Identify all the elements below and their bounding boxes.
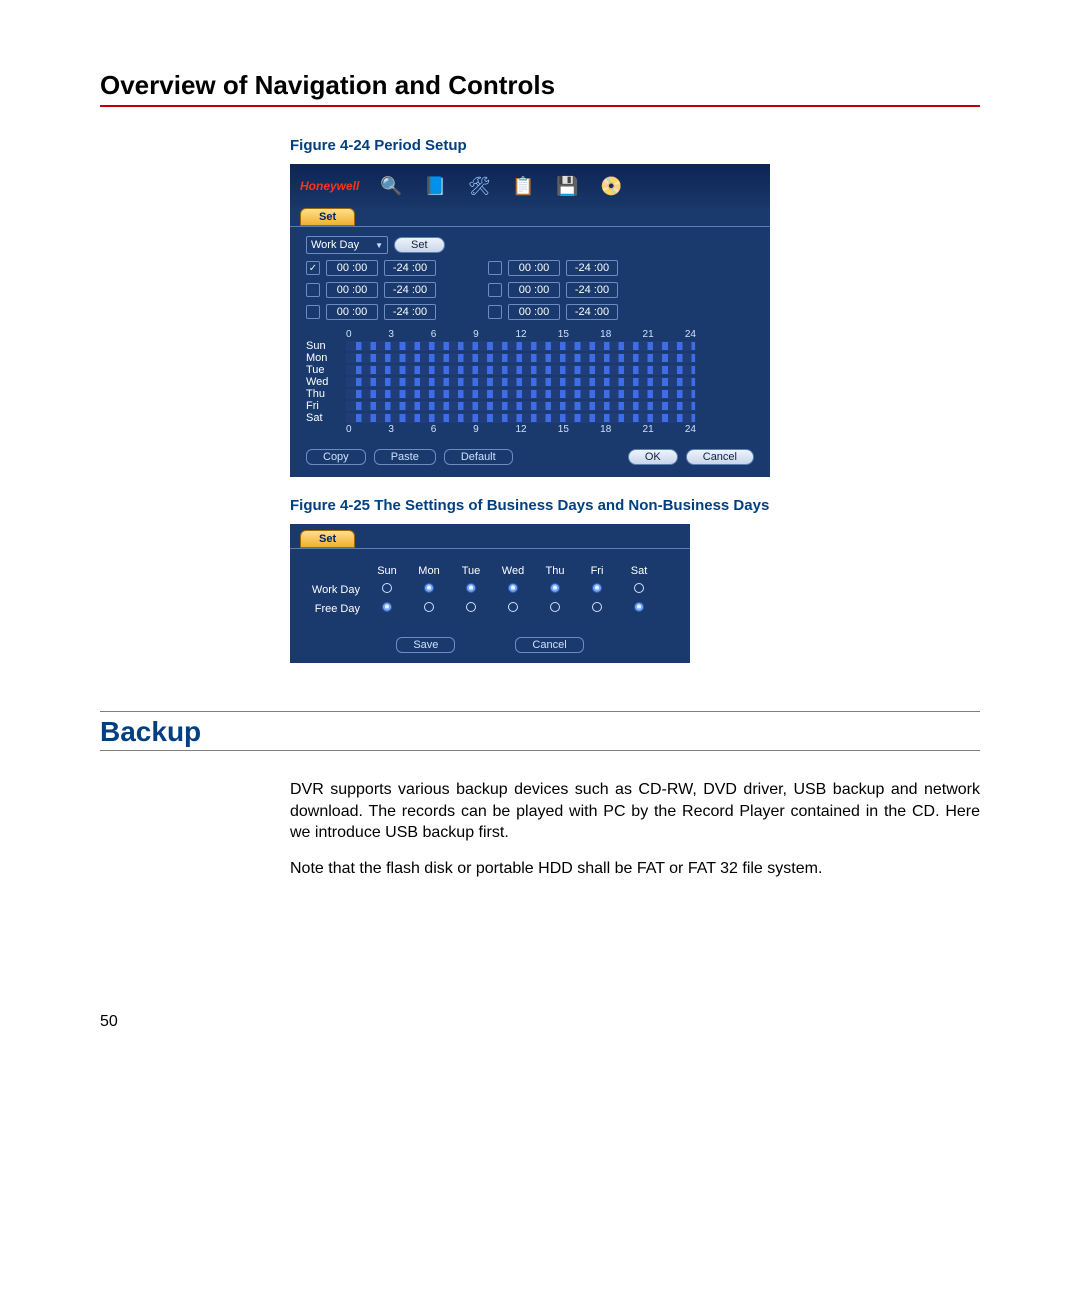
radio-button[interactable] (382, 602, 392, 612)
default-button[interactable]: Default (444, 449, 513, 465)
radio-button[interactable] (592, 602, 602, 612)
day-label: Wed (306, 376, 346, 388)
radio-button[interactable] (592, 583, 602, 593)
day-header: Sun (366, 565, 408, 577)
schedule-ticks-bottom: 036 91215 182124 (346, 424, 696, 435)
period-start[interactable]: 00 :00 (508, 260, 560, 276)
day-header: Tue (450, 565, 492, 577)
row-label: Work Day (302, 584, 366, 596)
radio-button[interactable] (634, 602, 644, 612)
schedule-ticks-top: 036 91215 182124 (346, 329, 696, 340)
period-checkbox[interactable] (488, 261, 502, 275)
day-label: Thu (306, 388, 346, 400)
body-paragraph: DVR supports various backup devices such… (290, 779, 980, 844)
period-checkbox[interactable] (306, 283, 320, 297)
radio-button[interactable] (634, 583, 644, 593)
schedule-bar[interactable] (346, 377, 696, 387)
period-row: 00 :00 -24 :00 00 :00 -24 :00 (290, 279, 770, 301)
schedule-bar[interactable] (346, 341, 696, 351)
radio-button[interactable] (508, 583, 518, 593)
disk-icon[interactable]: 💾 (555, 174, 579, 198)
day-header: Sat (618, 565, 660, 577)
day-header: Mon (408, 565, 450, 577)
day-header: Fri (576, 565, 618, 577)
period-setup-window: Honeywell 🔍 📘 🛠 📋 💾 📀 Set Work Day ▼ Set… (290, 164, 770, 477)
day-type-combo[interactable]: Work Day ▼ (306, 236, 388, 254)
figure-4-25-caption: Figure 4-25 The Settings of Business Day… (290, 497, 980, 514)
period-checkbox[interactable]: ✓ (306, 261, 320, 275)
set-button[interactable]: Set (394, 237, 445, 253)
schedule-bar[interactable] (346, 353, 696, 363)
period-start[interactable]: 00 :00 (326, 260, 378, 276)
period-checkbox[interactable] (488, 305, 502, 319)
period-start[interactable]: 00 :00 (508, 282, 560, 298)
period-end[interactable]: -24 :00 (384, 282, 436, 298)
schedule-bar[interactable] (346, 389, 696, 399)
section-heading-backup: Backup (100, 716, 980, 751)
period-row: 00 :00 -24 :00 00 :00 -24 :00 (290, 301, 770, 323)
day-header: Wed (492, 565, 534, 577)
exit-icon[interactable]: 📀 (599, 174, 623, 198)
divider (100, 711, 980, 712)
tab-set[interactable]: Set (300, 530, 355, 548)
radio-button[interactable] (550, 602, 560, 612)
period-start[interactable]: 00 :00 (508, 304, 560, 320)
ok-button[interactable]: OK (628, 449, 678, 465)
tools-icon[interactable]: 🛠 (467, 174, 491, 198)
header-row: Sun Mon Tue Wed Thu Fri Sat (302, 565, 678, 577)
business-days-window: Set Sun Mon Tue Wed Thu Fri Sat Work Day (290, 524, 690, 663)
period-end[interactable]: -24 :00 (384, 304, 436, 320)
radio-button[interactable] (424, 602, 434, 612)
schedule-bar[interactable] (346, 365, 696, 375)
row-label: Free Day (302, 603, 366, 615)
brand-logo: Honeywell (300, 179, 359, 193)
day-label: Tue (306, 364, 346, 376)
radio-button[interactable] (382, 583, 392, 593)
notes-icon[interactable]: 📘 (423, 174, 447, 198)
day-type-value: Work Day (311, 239, 359, 251)
radio-button[interactable] (424, 583, 434, 593)
period-checkbox[interactable] (488, 283, 502, 297)
freeday-row: Free Day (302, 602, 678, 615)
search-icon[interactable]: 🔍 (379, 174, 403, 198)
radio-button[interactable] (466, 602, 476, 612)
page-title: Overview of Navigation and Controls (100, 70, 980, 107)
figure-4-24-caption: Figure 4-24 Period Setup (290, 137, 980, 154)
schedule-bar[interactable] (346, 413, 696, 423)
radio-button[interactable] (550, 583, 560, 593)
period-end[interactable]: -24 :00 (566, 282, 618, 298)
day-label: Fri (306, 400, 346, 412)
period-checkbox[interactable] (306, 305, 320, 319)
day-header: Thu (534, 565, 576, 577)
period-end[interactable]: -24 :00 (566, 260, 618, 276)
day-label: Sun (306, 340, 346, 352)
radio-button[interactable] (466, 583, 476, 593)
period-start[interactable]: 00 :00 (326, 304, 378, 320)
schedule-bar[interactable] (346, 401, 696, 411)
period-end[interactable]: -24 :00 (384, 260, 436, 276)
period-end[interactable]: -24 :00 (566, 304, 618, 320)
period-row: ✓ 00 :00 -24 :00 00 :00 -24 :00 (290, 257, 770, 279)
page-number: 50 (100, 1013, 118, 1031)
schedule-grid: 036 91215 182124 Sun Mon Tue Wed Thu Fri… (290, 323, 770, 437)
cancel-button[interactable]: Cancel (515, 637, 583, 653)
chevron-down-icon: ▼ (375, 241, 383, 250)
tab-set[interactable]: Set (300, 208, 355, 226)
cancel-button[interactable]: Cancel (686, 449, 754, 465)
period-start[interactable]: 00 :00 (326, 282, 378, 298)
body-paragraph: Note that the flash disk or portable HDD… (290, 858, 980, 880)
app-toolbar: Honeywell 🔍 📘 🛠 📋 💾 📀 (290, 164, 770, 208)
day-label: Sat (306, 412, 346, 424)
radio-button[interactable] (508, 602, 518, 612)
day-label: Mon (306, 352, 346, 364)
paste-button[interactable]: Paste (374, 449, 436, 465)
workday-row: Work Day (302, 583, 678, 596)
copy-button[interactable]: Copy (306, 449, 366, 465)
list-icon[interactable]: 📋 (511, 174, 535, 198)
save-button[interactable]: Save (396, 637, 455, 653)
